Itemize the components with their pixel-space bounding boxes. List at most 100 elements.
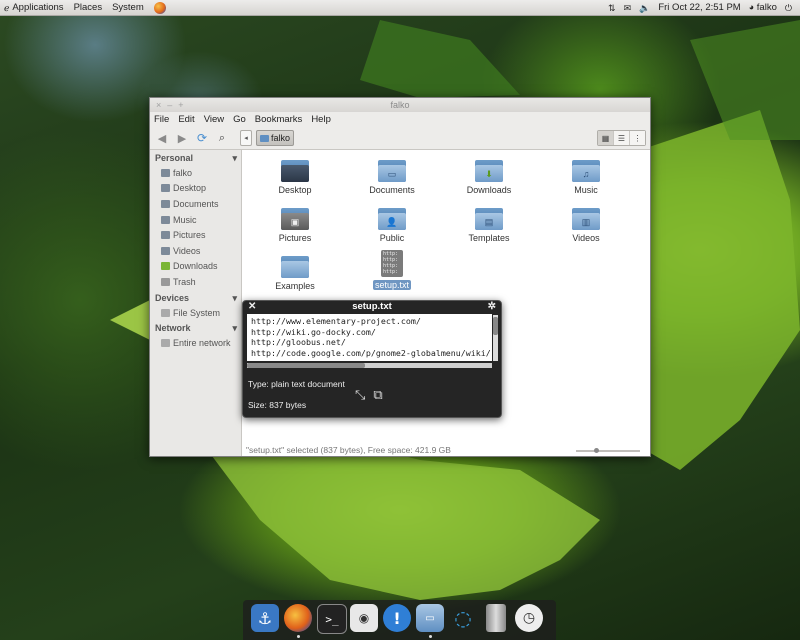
- menu-bookmarks[interactable]: Bookmarks: [255, 114, 303, 125]
- menu-edit[interactable]: Edit: [178, 114, 194, 125]
- downloads-folder-icon: ⬇: [475, 158, 503, 182]
- firefox-icon[interactable]: [284, 604, 312, 632]
- sidebar-item-pictures[interactable]: Pictures: [150, 227, 241, 243]
- public-folder-icon: 👤: [378, 206, 406, 230]
- file-icon-templates[interactable]: ▤ Templates: [449, 206, 529, 243]
- sidebar-item-music[interactable]: Music: [150, 212, 241, 228]
- desktop-icon: [161, 184, 170, 193]
- preview-line: http://gloobus.net/: [251, 337, 346, 348]
- file-icon-desktop[interactable]: Desktop: [255, 158, 335, 195]
- scrollbar-thumb[interactable]: [493, 317, 498, 335]
- list-view-icon[interactable]: ☰: [613, 131, 629, 145]
- zoom-slider[interactable]: [576, 448, 640, 453]
- volume-icon[interactable]: 🔈: [639, 3, 650, 13]
- media-player-icon[interactable]: ◉: [350, 604, 378, 632]
- file-icon-pictures[interactable]: ▣ Pictures: [255, 206, 335, 243]
- downloads-icon: [161, 262, 170, 271]
- menu-view[interactable]: View: [204, 114, 224, 125]
- reload-icon[interactable]: ⟳: [194, 130, 210, 146]
- maximize-icon[interactable]: +: [178, 98, 183, 112]
- clock-label[interactable]: Fri Oct 22, 2:51 PM: [658, 2, 740, 13]
- examples-folder-icon: [281, 254, 309, 278]
- places-menu[interactable]: Places: [74, 2, 103, 13]
- terminal-icon[interactable]: >_: [317, 604, 347, 634]
- file-icon-downloads[interactable]: ⬇ Downloads: [449, 158, 529, 195]
- documents-icon: [161, 199, 170, 208]
- file-icon-setup-txt[interactable]: http: http: http: http: setup.txt: [352, 250, 432, 290]
- path-button-home[interactable]: falko: [256, 130, 295, 146]
- sidebar-header-devices[interactable]: Devices ▾: [150, 290, 241, 305]
- anchor-icon[interactable]: ⚓: [251, 604, 279, 632]
- sidebar-item-entire-network[interactable]: Entire network: [150, 335, 241, 351]
- file-type-label: Type: plain text document: [248, 379, 345, 389]
- trash-icon[interactable]: [486, 604, 506, 632]
- collapse-arrow-icon[interactable]: ▾: [232, 153, 237, 164]
- home-folder-icon: [260, 134, 269, 142]
- file-icon-documents[interactable]: ▭ Documents: [352, 158, 432, 195]
- sidebar-item-videos[interactable]: Videos: [150, 243, 241, 259]
- gear-icon[interactable]: ✲: [488, 301, 496, 313]
- compact-view-icon[interactable]: ⋮: [629, 131, 645, 145]
- menu-file[interactable]: File: [154, 114, 169, 125]
- trash-icon: [161, 277, 170, 286]
- ubuntu-one-icon[interactable]: ◌: [449, 604, 477, 632]
- collapse-arrow-icon[interactable]: ▾: [232, 323, 237, 334]
- sidebar-item-downloads[interactable]: Downloads: [150, 259, 241, 275]
- view-mode-buttons: ▦ ☰ ⋮: [597, 130, 646, 146]
- sidebar-item-documents[interactable]: Documents: [150, 196, 241, 212]
- pictures-folder-icon: ▣: [281, 206, 309, 230]
- fullscreen-icon[interactable]: ⤡: [355, 387, 365, 403]
- notification-icon[interactable]: !: [383, 604, 411, 632]
- window-title: falko: [390, 100, 410, 110]
- close-icon[interactable]: ×: [156, 98, 161, 112]
- preview-titlebar[interactable]: ✕ setup.txt ✲: [243, 301, 501, 313]
- pictures-icon: [161, 231, 170, 240]
- sidebar-item-falko[interactable]: falko: [150, 165, 241, 181]
- sidebar-item-desktop[interactable]: Desktop: [150, 181, 241, 197]
- preview-text-content[interactable]: http://www.elementary-project.com/ http:…: [247, 314, 492, 361]
- open-external-icon[interactable]: ⧉: [373, 387, 382, 403]
- mail-icon[interactable]: ✉: [624, 3, 632, 13]
- file-icon-public[interactable]: 👤 Public: [352, 206, 432, 243]
- sidebar-item-file-system[interactable]: File System: [150, 305, 241, 321]
- vertical-scrollbar[interactable]: [493, 315, 498, 361]
- file-icon-music[interactable]: ♫ Music: [546, 158, 626, 195]
- user-menu[interactable]: ◕ falko: [749, 2, 777, 13]
- preview-line: http://wiki.go-docky.com/: [251, 326, 376, 337]
- back-arrow-icon[interactable]: ◀: [154, 130, 170, 146]
- file-icon-examples[interactable]: Examples: [255, 254, 335, 291]
- network-icon[interactable]: ⇅: [608, 3, 616, 13]
- horizontal-scrollbar[interactable]: [247, 363, 492, 368]
- sidebar-header-network[interactable]: Network ▾: [150, 320, 241, 335]
- quick-preview-window: ✕ setup.txt ✲ http://www.elementary-proj…: [242, 300, 502, 418]
- path-left-arrow-icon[interactable]: ◂: [240, 130, 252, 146]
- close-icon[interactable]: ✕: [248, 301, 256, 313]
- sidebar-item-trash[interactable]: Trash: [150, 274, 241, 290]
- forward-arrow-icon[interactable]: ▶: [174, 130, 190, 146]
- clock-icon[interactable]: ◷: [515, 604, 543, 632]
- search-icon[interactable]: ⌕: [214, 130, 230, 146]
- icon-view-icon[interactable]: ▦: [598, 131, 613, 145]
- scrollbar-thumb[interactable]: [247, 363, 365, 368]
- home-icon: [161, 168, 170, 177]
- menu-go[interactable]: Go: [233, 114, 246, 125]
- running-indicator: [429, 635, 432, 638]
- running-indicator: [297, 635, 300, 638]
- templates-folder-icon: ▤: [475, 206, 503, 230]
- file-manager-icon[interactable]: ▭: [416, 604, 444, 632]
- system-menu[interactable]: System: [112, 2, 144, 13]
- firefox-launcher-icon[interactable]: [153, 1, 166, 14]
- sidebar-header-personal[interactable]: Personal ▾: [150, 150, 241, 165]
- file-size-label: Size: 837 bytes: [248, 400, 307, 410]
- places-sidebar: Personal ▾ falko Desktop Documents Music …: [150, 150, 242, 456]
- power-icon[interactable]: ⏻: [785, 3, 792, 13]
- applications-menu[interactable]: ℯ Applications: [4, 2, 64, 13]
- videos-icon: [161, 246, 170, 255]
- window-titlebar[interactable]: × – + falko: [150, 98, 650, 112]
- menu-help[interactable]: Help: [311, 114, 331, 125]
- documents-folder-icon: ▭: [378, 158, 406, 182]
- collapse-arrow-icon[interactable]: ▾: [232, 293, 237, 304]
- minimize-icon[interactable]: –: [167, 98, 172, 112]
- zoom-slider-knob[interactable]: [593, 448, 599, 453]
- file-icon-videos[interactable]: ▥ Videos: [546, 206, 626, 243]
